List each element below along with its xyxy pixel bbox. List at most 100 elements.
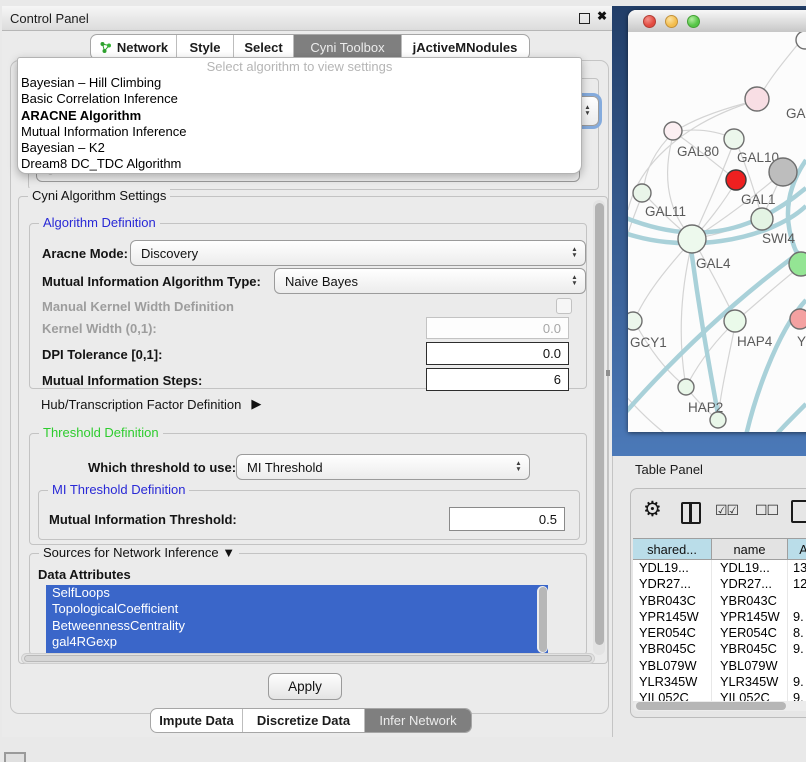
data-attribute-item[interactable]: TopologicalCoefficient: [46, 601, 548, 617]
network-canvas[interactable]: GAL2GAL80GAL10GAL1GAL11SWI4GAL4GCY1HAP4Y…: [628, 32, 806, 432]
network-node[interactable]: [751, 208, 773, 230]
network-node[interactable]: [769, 158, 797, 186]
aracne-mode-combobox[interactable]: Discovery ▲▼: [130, 240, 586, 266]
minimize-traffic-light-icon[interactable]: [665, 15, 678, 28]
algorithm-definition-group: Algorithm Definition Aracne Mode: Discov…: [29, 223, 587, 389]
tab-jactivemnodules[interactable]: jActiveMNodules: [402, 35, 528, 59]
network-desktop: GAL2GAL80GAL10GAL1GAL11SWI4GAL4GCY1HAP4Y…: [612, 6, 806, 456]
network-node[interactable]: [745, 87, 769, 111]
table-row[interactable]: YBL079WYBL079W: [633, 658, 806, 674]
algorithm-option[interactable]: Bayesian – Hill Climbing: [18, 75, 581, 91]
tab-network[interactable]: Network: [91, 35, 177, 59]
network-node[interactable]: [664, 122, 682, 140]
table-cell: YER054C: [633, 625, 712, 641]
table-row[interactable]: YPR145WYPR145W9.: [633, 609, 806, 625]
tab-style[interactable]: Style: [177, 35, 234, 59]
table-cell: 8.: [788, 625, 806, 641]
table-row[interactable]: YDL19...YDL19...13: [633, 560, 806, 576]
tab-discretize-data-label: Discretize Data: [257, 713, 350, 728]
network-node[interactable]: [726, 170, 746, 190]
cyni-bottom-tabbar: Impute Data Discretize Data Infer Networ…: [150, 708, 472, 733]
select-columns-checked-icon[interactable]: ☑☑: [715, 503, 738, 519]
network-view-window[interactable]: GAL2GAL80GAL10GAL1GAL11SWI4GAL4GCY1HAP4Y…: [628, 10, 806, 432]
table-row[interactable]: YLR345WYLR345W9.: [633, 674, 806, 690]
algorithm-option[interactable]: Mutual Information Inference: [18, 124, 581, 140]
scrollbar-thumb[interactable]: [24, 655, 592, 662]
mi-algorithm-type-combobox[interactable]: Naive Bayes ▲▼: [274, 268, 586, 294]
tab-cyni-toolbox[interactable]: Cyni Toolbox: [294, 35, 402, 59]
network-window-titlebar[interactable]: [628, 10, 806, 33]
data-attribute-item[interactable]: gal4RGexp: [46, 634, 548, 650]
tab-infer-network[interactable]: Infer Network: [365, 709, 471, 732]
table-cell: YDR27...: [712, 576, 788, 592]
hub-definition-toggle[interactable]: Hub/Transcription Factor Definition ▶: [41, 395, 261, 413]
threshold-definition-group: Threshold Definition Which threshold to …: [29, 433, 587, 545]
network-node[interactable]: [790, 309, 806, 329]
manual-kernel-width-checkbox[interactable]: [556, 298, 572, 314]
close-window-icon[interactable]: ✖: [597, 9, 607, 23]
scrollbar-thumb[interactable]: [539, 587, 547, 652]
scrollbar-thumb[interactable]: [636, 702, 786, 710]
export-table-icon[interactable]: [791, 500, 806, 523]
combo-spinner-icon: ▲▼: [567, 275, 582, 287]
network-node[interactable]: [724, 129, 744, 149]
zoom-traffic-light-icon[interactable]: [687, 15, 700, 28]
combo-spinner-icon: ▲▼: [511, 461, 526, 473]
column-header-partial[interactable]: A: [788, 539, 806, 559]
algorithm-option[interactable]: ARACNE Algorithm: [18, 108, 581, 124]
table-row[interactable]: YER054CYER054C8.: [633, 625, 806, 641]
split-columns-icon[interactable]: [681, 502, 701, 524]
data-attribute-item[interactable]: SelfLoops: [46, 585, 548, 601]
table-row[interactable]: YBR043CYBR043C: [633, 593, 806, 609]
data-attributes-list[interactable]: SelfLoopsTopologicalCoefficientBetweenne…: [46, 585, 548, 654]
data-attribute-item[interactable]: BetweennessCentrality: [46, 618, 548, 634]
bottom-left-widget[interactable]: [4, 752, 26, 762]
table-row[interactable]: YBR045CYBR045C9.: [633, 641, 806, 657]
table-horizontal-scrollbar[interactable]: [633, 701, 806, 711]
network-icon: [99, 41, 112, 54]
table-panel: ⚙ ☑☑ ☐☐ shared... name A YDL19...YDL19..…: [630, 488, 806, 718]
tab-discretize-data[interactable]: Discretize Data: [243, 709, 365, 732]
column-header-name[interactable]: name: [712, 539, 788, 559]
network-node[interactable]: [678, 225, 706, 253]
which-threshold-combobox[interactable]: MI Threshold ▲▼: [236, 454, 530, 480]
tab-impute-data[interactable]: Impute Data: [151, 709, 243, 732]
tab-select[interactable]: Select: [234, 35, 294, 59]
network-node[interactable]: [633, 184, 651, 202]
kernel-width-field[interactable]: 0.0: [426, 317, 569, 339]
table-row[interactable]: YDR27...YDR27...12: [633, 576, 806, 592]
network-node[interactable]: [628, 312, 642, 330]
table-panel-title: Table Panel: [635, 462, 703, 477]
kernel-width-label: Kernel Width (0,1):: [42, 316, 157, 340]
algorithm-option[interactable]: Bayesian – K2: [18, 140, 581, 156]
mi-algorithm-type-label: Mutual Information Algorithm Type:: [42, 268, 261, 294]
deselect-columns-icon[interactable]: ☐☐: [755, 503, 778, 519]
settings-horizontal-scrollbar[interactable]: [21, 653, 595, 664]
list-vertical-scrollbar[interactable]: [537, 586, 548, 653]
float-window-icon[interactable]: [579, 13, 590, 24]
data-attributes-label: Data Attributes: [38, 566, 131, 582]
hub-definition-label: Hub/Transcription Factor Definition: [41, 397, 241, 412]
apply-button[interactable]: Apply: [268, 673, 342, 700]
table-row[interactable]: YIL052CYIL052C9.: [633, 690, 806, 701]
network-node[interactable]: [678, 379, 694, 395]
algorithm-option[interactable]: Dream8 DC_TDC Algorithm: [18, 156, 581, 172]
table-cell: [788, 658, 806, 674]
network-node[interactable]: [796, 32, 806, 49]
algorithm-option[interactable]: Basic Correlation Inference: [18, 91, 581, 107]
network-node[interactable]: [789, 252, 806, 276]
network-node[interactable]: [724, 310, 746, 332]
gear-icon[interactable]: ⚙: [643, 497, 662, 521]
column-header-shared-name[interactable]: shared...: [633, 539, 712, 559]
mi-threshold-field[interactable]: 0.5: [449, 507, 565, 531]
close-traffic-light-icon[interactable]: [643, 15, 656, 28]
dpi-tolerance-field[interactable]: 0.0: [426, 342, 569, 365]
node-label: GAL80: [677, 144, 719, 159]
panel-splitter-handle[interactable]: [606, 370, 610, 376]
settings-vertical-scrollbar[interactable]: [593, 200, 605, 655]
sources-title-label: Sources for Network Inference: [43, 545, 219, 560]
mi-steps-field[interactable]: 6: [426, 368, 569, 391]
network-node[interactable]: [710, 412, 726, 428]
sources-group-title[interactable]: Sources for Network Inference ▼: [39, 545, 239, 560]
scrollbar-thumb[interactable]: [595, 203, 604, 645]
